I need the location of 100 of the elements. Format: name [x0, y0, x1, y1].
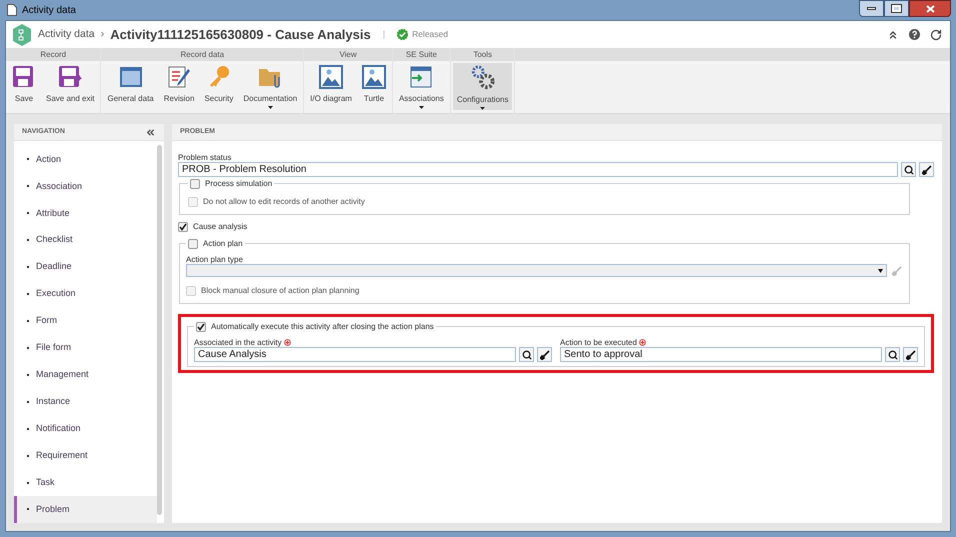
nav-item-label: Attribute	[36, 206, 70, 220]
nav-item[interactable]: Instance	[14, 388, 157, 416]
close-button[interactable]	[909, 0, 951, 17]
picture-icon	[319, 65, 344, 89]
ribbon-button[interactable]: Save and exit	[42, 63, 98, 110]
ribbon-group-label: Tools	[450, 48, 514, 61]
checkbox-label: Process simulation	[205, 178, 272, 190]
close-icon	[926, 4, 934, 12]
nav-item[interactable]: Association	[14, 172, 157, 200]
nav-item-label: File form	[36, 341, 72, 354]
nav-item[interactable]: Notification	[14, 415, 157, 442]
nav-item-label: Association	[36, 180, 82, 193]
field-label: Action plan type	[186, 255, 244, 264]
nav-item-label: Notification	[36, 422, 81, 435]
search-button[interactable]	[519, 347, 534, 362]
checkbox[interactable]	[196, 322, 206, 332]
nav-item-label: Checklist	[36, 233, 73, 246]
checkbox[interactable]	[188, 239, 198, 249]
gears-icon	[470, 65, 496, 90]
maximize-button[interactable]	[884, 0, 909, 17]
picture-icon	[362, 65, 386, 89]
checkbox-label: Action plan	[203, 238, 243, 250]
nav-item-label: Instance	[36, 395, 70, 408]
window-icon	[118, 65, 143, 89]
ribbon-group-label: Record data	[101, 48, 304, 61]
clear-button[interactable]	[537, 347, 552, 362]
search-icon	[522, 350, 532, 360]
nav-item[interactable]: Action	[14, 146, 157, 173]
field-label: Associated in the activity	[194, 338, 282, 347]
nav-item-label: Execution	[36, 287, 76, 300]
ribbon-button[interactable]: Associations	[394, 63, 448, 110]
search-button[interactable]	[901, 162, 916, 177]
checkbox-label: Automatically execute this activity after closing the action plans	[211, 321, 434, 333]
nav-item[interactable]: Task	[14, 469, 157, 496]
input-field[interactable]: PROB - Problem Resolution	[178, 162, 898, 177]
brush-icon	[540, 350, 550, 360]
ribbon-button[interactable]: Turtle	[358, 63, 390, 110]
nav-item-label: Form	[36, 314, 57, 328]
collapse-icon[interactable]	[145, 126, 156, 138]
nav-item-label: Problem	[36, 502, 70, 516]
search-button[interactable]	[885, 347, 900, 362]
checkbox-label: Cause analysis	[193, 221, 248, 233]
checkbox[interactable]	[190, 179, 200, 189]
nav-item[interactable]: Deadline	[14, 254, 157, 281]
minimize-button[interactable]	[859, 0, 884, 17]
ribbon-button[interactable]: General data	[103, 63, 158, 110]
search-icon	[888, 350, 898, 360]
input-field[interactable]: Cause Analysis	[194, 347, 516, 362]
checkbox[interactable]	[178, 222, 188, 232]
ribbon-button[interactable]: Configurations	[452, 63, 512, 110]
search-icon	[904, 164, 914, 174]
clear-button[interactable]	[903, 347, 918, 362]
ribbon-button[interactable]: Documentation	[239, 63, 302, 110]
input-field[interactable]: Sento to approval	[560, 347, 882, 362]
document-icon	[7, 4, 17, 16]
caret-icon	[878, 268, 883, 272]
nav-item-label: Management	[36, 368, 89, 382]
hexagon-logo	[12, 24, 32, 46]
nav-item-label: Requirement	[36, 448, 88, 462]
ribbon-button[interactable]: Security	[200, 63, 238, 110]
help-icon[interactable]	[909, 29, 920, 40]
title-divider: |	[382, 28, 386, 41]
nav-item[interactable]: Problem	[14, 496, 157, 523]
ribbon-group-label: Record	[6, 48, 100, 61]
caret-icon	[268, 106, 273, 109]
ribbon-button[interactable]: Revision	[160, 63, 198, 110]
refresh-icon[interactable]	[930, 28, 942, 40]
nav-item[interactable]: Requirement	[14, 442, 157, 470]
breadcrumb-link[interactable]: Activity data	[38, 26, 95, 42]
page-title: Activity111125165630809 - Cause Analysis	[110, 26, 371, 44]
collapse-icon[interactable]	[887, 28, 899, 40]
check-badge-icon	[397, 29, 408, 40]
scrollbar[interactable]	[157, 145, 162, 515]
field-label: Problem status	[178, 153, 232, 162]
ribbon-button[interactable]: Save	[8, 63, 40, 110]
field-label: Action to be executed	[560, 338, 637, 347]
caret-icon	[480, 107, 486, 110]
nav-item[interactable]: Checklist	[14, 226, 157, 254]
breadcrumb-separator: ›	[100, 27, 104, 42]
nav-item[interactable]: Attribute	[14, 200, 157, 227]
ribbon-group-label: View	[304, 48, 392, 61]
ribbon-button[interactable]: I/O diagram	[306, 63, 356, 110]
checkbox-label: Block manual closure of action plan planning	[201, 285, 360, 297]
nav-item[interactable]: Execution	[14, 280, 157, 308]
document-pencil-icon	[167, 65, 192, 89]
nav-item[interactable]: File form	[14, 334, 157, 362]
nav-item[interactable]: Management	[14, 361, 157, 388]
caret-icon	[418, 106, 424, 109]
nav-item-label: Action	[36, 152, 62, 166]
status-label: Released	[412, 28, 448, 41]
brush-icon	[922, 164, 932, 174]
clear-button[interactable]	[919, 162, 934, 177]
window-title: Activity data	[22, 4, 76, 18]
ribbon-group-label: SE Suite	[392, 48, 450, 61]
nav-item-label: Deadline	[36, 260, 72, 274]
nav-item[interactable]: Form	[14, 308, 157, 334]
brush-icon	[892, 266, 902, 276]
brush-icon	[906, 350, 916, 360]
nav-item-label: Task	[36, 476, 55, 489]
checkbox-label: Do not allow to edit records of another activity	[203, 196, 365, 208]
